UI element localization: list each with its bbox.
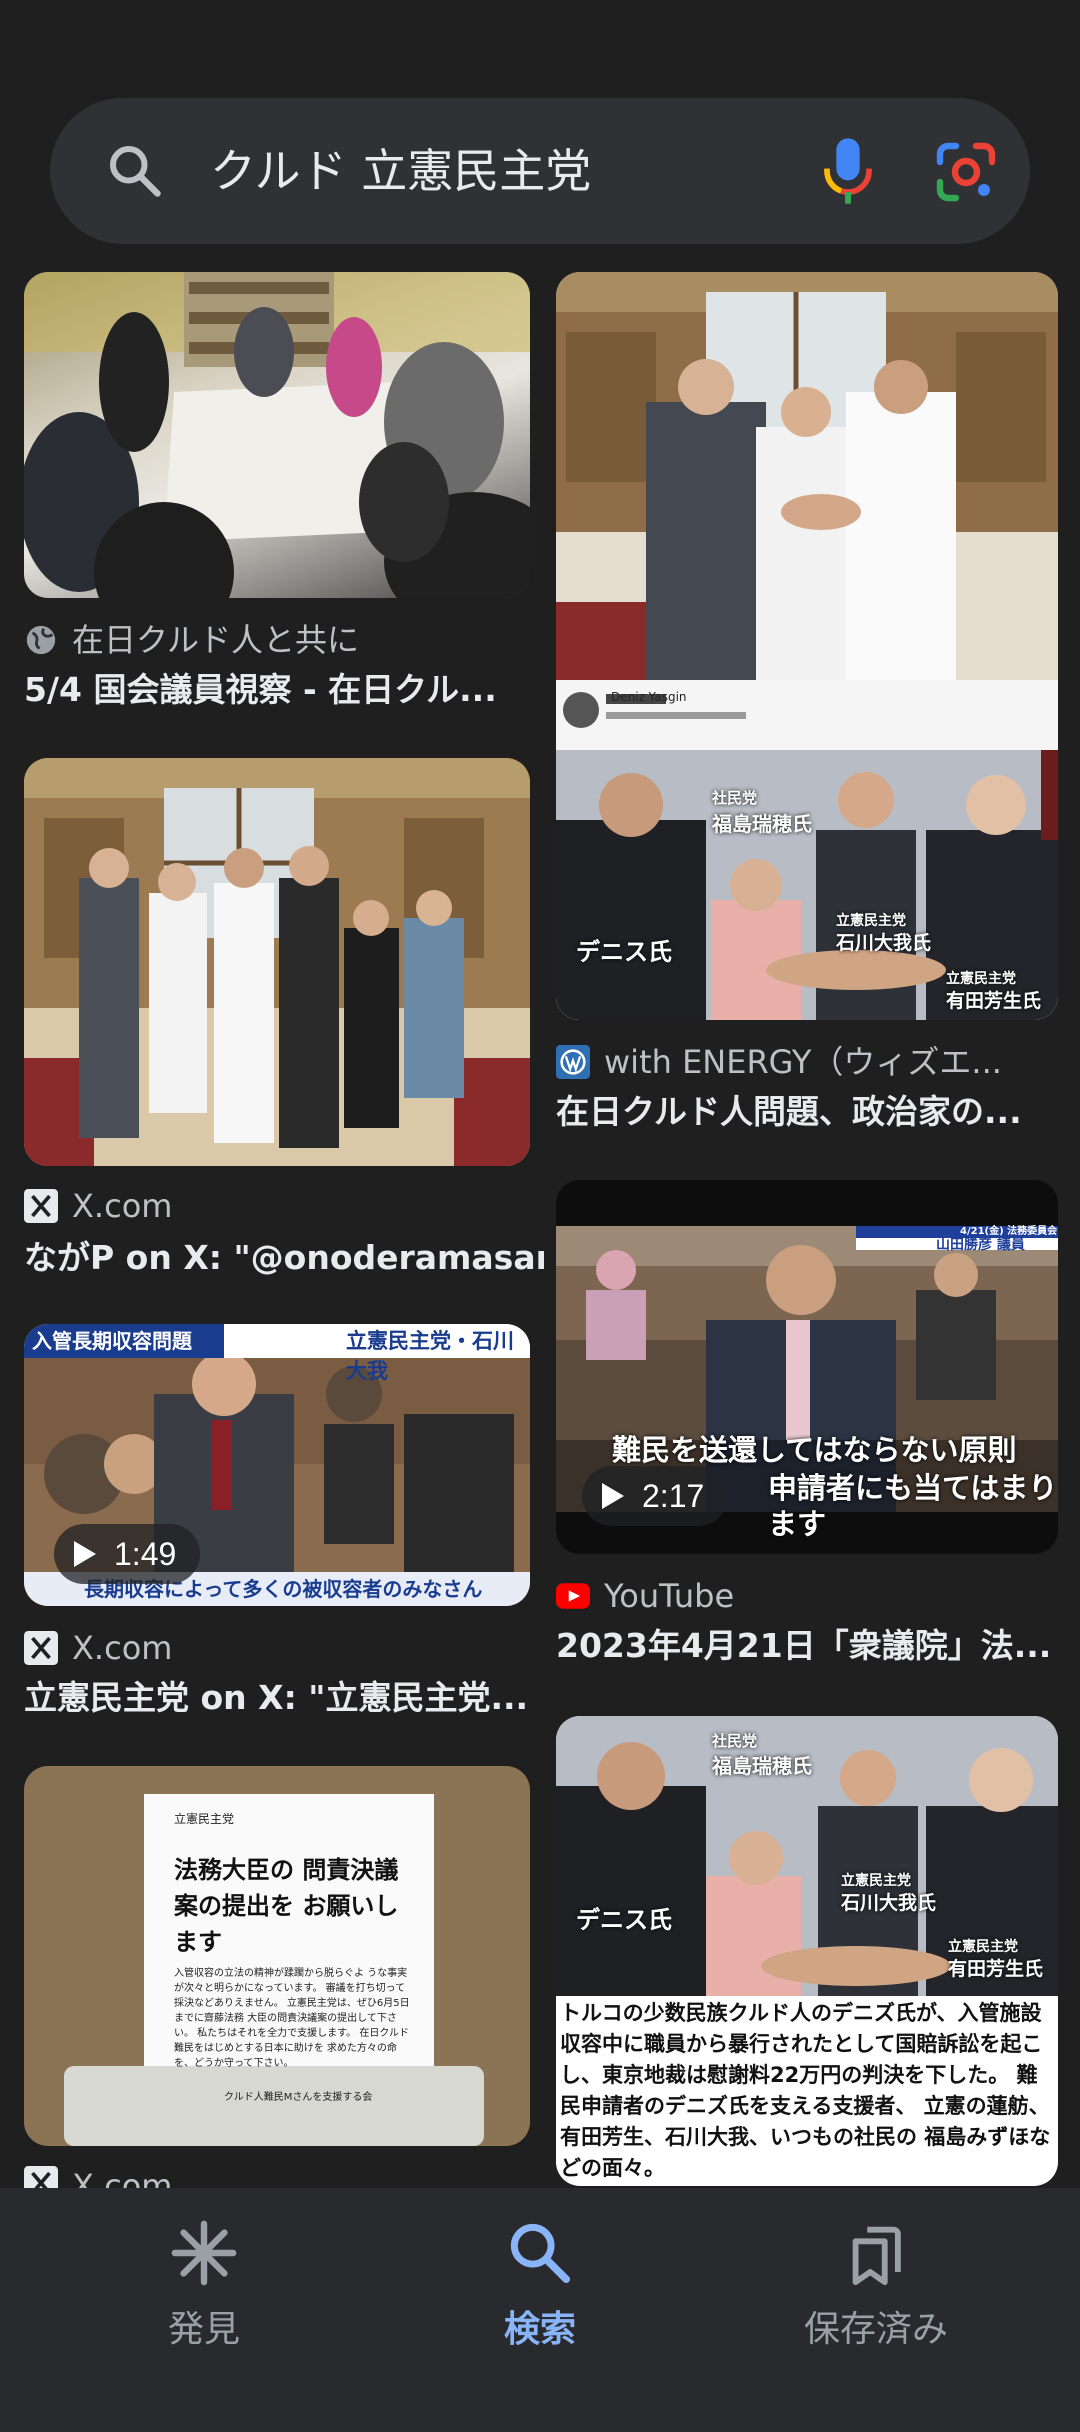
x-logo-icon xyxy=(24,1631,58,1665)
microphone-icon[interactable] xyxy=(820,136,876,206)
result-source-5[interactable]: with ENERGY（ウィズエ... xyxy=(556,1042,1002,1082)
doc-body: 入管収容の立法の精神が蹂躙から脱らぐよ うな事実が次々と明らかになっています。 … xyxy=(174,1968,410,2069)
result-title-3[interactable]: 立憲民主党 on X: "立憲民主党... xyxy=(24,1676,544,1720)
result-image-3[interactable]: 入管長期収容問題 立憲民主党・石川大我 長期収容によって多くの被収容者のみなさん… xyxy=(24,1324,530,1606)
collage-label-party-2: 立憲民主党 xyxy=(841,1873,911,1889)
collage-label-fukushima: 福島瑞穂氏 xyxy=(712,812,812,836)
handshake-photo xyxy=(556,272,1058,680)
collage-label-ishikawa: 石川大我氏 xyxy=(841,1892,937,1914)
search-query[interactable]: クルド 立憲民主党 xyxy=(210,98,591,244)
video-name-tag: 山田勝彦 議員 xyxy=(936,1237,1025,1253)
collage-label-party-1: 社民党 xyxy=(712,789,758,807)
fax-machine xyxy=(64,2066,484,2146)
video-banner-left: 入管長期収容問題 xyxy=(32,1329,192,1353)
doc-title: 法務大臣の 問責決議案の提出を お願いします xyxy=(174,1856,399,1956)
collage-label-arita: 有田芳生氏 xyxy=(948,1958,1044,1980)
collage-poster-name: Deniz Yasgin xyxy=(611,690,687,704)
bottom-navigation: 発見 検索 保存済み xyxy=(0,2188,1080,2432)
collage-label-ishikawa: 石川大我氏 xyxy=(836,932,932,954)
result-title-5[interactable]: 在日クルド人問題、政治家の... xyxy=(556,1090,1076,1134)
asterisk-icon xyxy=(171,2220,237,2286)
result-source-label-1: 在日クルド人と共に xyxy=(72,621,360,659)
collage-label-party-3: 立憲民主党 xyxy=(946,971,1016,987)
search-bar[interactable]: クルド 立憲民主党 xyxy=(50,98,1030,244)
play-icon xyxy=(602,1483,624,1509)
result-source-3[interactable]: X.com xyxy=(24,1628,172,1668)
result-image-2[interactable] xyxy=(24,758,530,1166)
collage-label-party-1: 社民党 xyxy=(712,1732,758,1750)
result-title-1[interactable]: 5/4 国会議員視察 - 在日クル... xyxy=(24,668,544,712)
nav-search[interactable]: 検索 xyxy=(420,2218,660,2352)
meeting-photo xyxy=(24,272,530,598)
nav-search-label: 検索 xyxy=(503,2309,576,2350)
collage-label-party-2: 立憲民主党 xyxy=(836,913,906,929)
result-source-label-3: X.com xyxy=(72,1629,173,1667)
result-source-label-4: X.com xyxy=(72,2167,173,2188)
globe-icon xyxy=(26,625,56,655)
collage-label-denis: デニス氏 xyxy=(576,1906,672,1934)
collage-label-arita: 有田芳生氏 xyxy=(946,990,1042,1012)
result-image-6[interactable]: 4/21(金) 法務委員会 山田勝彦 議員 難民を送還してはならない原則 申請者… xyxy=(556,1180,1058,1554)
youtube-icon xyxy=(556,1583,590,1609)
video-duration-badge: 2:17 xyxy=(582,1466,729,1526)
collage-label-party-3: 立憲民主党 xyxy=(948,1939,1018,1955)
google-lens-icon[interactable] xyxy=(934,140,998,204)
collage-label-fukushima: 福島瑞穂氏 xyxy=(712,1754,812,1778)
group-photo xyxy=(24,758,530,1166)
collage-caption: トルコの少数民族クルド人のデニズ氏が、入管施設 収容中に職員から暴行されたとして… xyxy=(560,2001,1051,2180)
result-title-2[interactable]: ながP on X: "@onoderamasar... xyxy=(24,1236,544,1280)
result-source-4[interactable]: X.com xyxy=(24,2166,172,2188)
result-source-label-5: with ENERGY（ウィズエ... xyxy=(604,1043,1002,1081)
video-duration: 2:17 xyxy=(642,1478,705,1514)
saved-collections-icon xyxy=(852,2226,901,2286)
video-duration-badge: 1:49 xyxy=(54,1524,201,1584)
play-icon xyxy=(74,1541,96,1567)
result-title-6[interactable]: 2023年4月21日「衆議院」法... xyxy=(556,1624,1076,1668)
result-source-label-6: YouTube xyxy=(604,1577,735,1615)
video-subtitle-2: 申請者にも当てはまります xyxy=(768,1471,1058,1541)
result-image-1[interactable] xyxy=(24,272,530,598)
result-image-4[interactable]: 立憲民主党 法務大臣の 問責決議案の提出を お願いします 入管収容の立法の精神が… xyxy=(24,1766,530,2146)
doc-sign: クルド人難民Mさんを支援する会 xyxy=(224,2092,373,2103)
wordpress-icon xyxy=(556,1045,590,1079)
x-logo-icon xyxy=(24,2166,58,2188)
result-image-7[interactable]: 社民党 福島瑞穂氏 デニス氏 立憲民主党 石川大我氏 立憲民主党 有田芳生氏 ト… xyxy=(556,1716,1058,2186)
result-image-5[interactable]: Deniz Yasgin 社民党 福島瑞穂氏 デニス氏 立憲民主党 石川大我氏 … xyxy=(556,272,1058,1020)
search-icon xyxy=(109,145,161,197)
nav-discover-label: 発見 xyxy=(167,2309,240,2350)
doc-party: 立憲民主党 xyxy=(174,1812,235,1826)
nav-discover[interactable]: 発見 xyxy=(84,2218,324,2352)
search-icon xyxy=(510,2223,571,2284)
result-source-1[interactable]: 在日クルド人と共に xyxy=(24,620,359,660)
video-duration: 1:49 xyxy=(114,1536,177,1572)
result-source-2[interactable]: X.com xyxy=(24,1186,172,1226)
result-source-label-2: X.com xyxy=(72,1187,173,1225)
video-banner-right: 立憲民主党・石川大我 xyxy=(346,1329,514,1383)
video-subtitle-1: 難民を送還してはならない原則 xyxy=(612,1433,1017,1467)
result-source-6[interactable]: YouTube xyxy=(556,1576,734,1616)
nav-saved[interactable]: 保存済み xyxy=(756,2218,996,2352)
collage-label-denis: デニス氏 xyxy=(576,938,672,966)
nav-saved-label: 保存済み xyxy=(803,2309,948,2350)
x-logo-icon xyxy=(24,1189,58,1223)
